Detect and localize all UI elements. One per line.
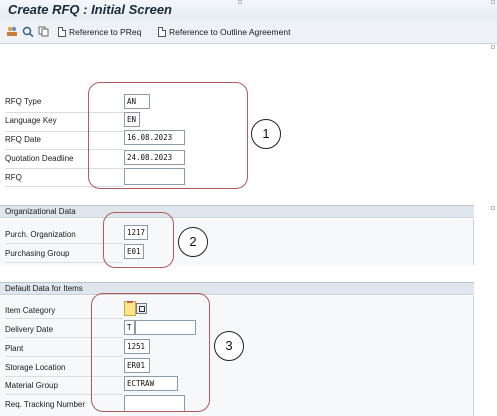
annotation-marker-2: 2 [178, 227, 208, 257]
window-edge-marker [238, 0, 242, 4]
highlight-box-2 [103, 212, 174, 268]
req-tracking-number-label: Req. Tracking Number [5, 400, 86, 409]
reference-to-outline-agreement-label: Reference to Outline Agreement [169, 27, 291, 37]
document-icon [58, 27, 66, 37]
purch-organization-label: Purch. Organization [5, 230, 76, 239]
default-data-for-items-header: Default Data for Items [0, 282, 474, 295]
document-icon [158, 27, 166, 37]
language-key-label: Language Key [5, 116, 57, 125]
item-category-label: Item Category [5, 306, 56, 315]
annotation-marker-3: 3 [214, 331, 244, 361]
other-rfq-icon[interactable] [6, 26, 18, 37]
rfq-type-label: RFQ Type [5, 97, 42, 106]
storage-location-label: Storage Location [5, 363, 66, 372]
copy-icon[interactable] [38, 26, 50, 37]
purchasing-group-label: Purchasing Group [5, 249, 70, 258]
application-toolbar: Reference to PReq Reference to Outline A… [0, 20, 497, 44]
window-edge-marker [491, 0, 495, 4]
delivery-date-label: Delivery Date [5, 325, 54, 334]
highlight-box-1 [88, 82, 248, 189]
highlight-box-3 [91, 293, 210, 412]
reference-to-preq-label: Reference to PReq [69, 27, 142, 37]
window-edge-marker [491, 206, 495, 210]
plant-label: Plant [5, 344, 24, 353]
title-bar: Create RFQ : Initial Screen [0, 0, 497, 20]
display-icon[interactable] [22, 26, 34, 37]
reference-to-outline-agreement-button[interactable]: Reference to Outline Agreement [158, 24, 290, 40]
annotation-marker-1: 1 [251, 119, 281, 149]
window-edge-marker [491, 45, 495, 49]
rfq-number-label: RFQ [5, 173, 22, 182]
material-group-label: Material Group [5, 381, 58, 390]
rfq-date-label: RFQ Date [5, 135, 42, 144]
page-title: Create RFQ : Initial Screen [8, 2, 172, 17]
organizational-data-section [0, 219, 474, 265]
organizational-data-header: Organizational Data [0, 205, 474, 218]
quotation-deadline-label: Quotation Deadline [5, 154, 74, 163]
reference-to-preq-button[interactable]: Reference to PReq [58, 24, 141, 40]
